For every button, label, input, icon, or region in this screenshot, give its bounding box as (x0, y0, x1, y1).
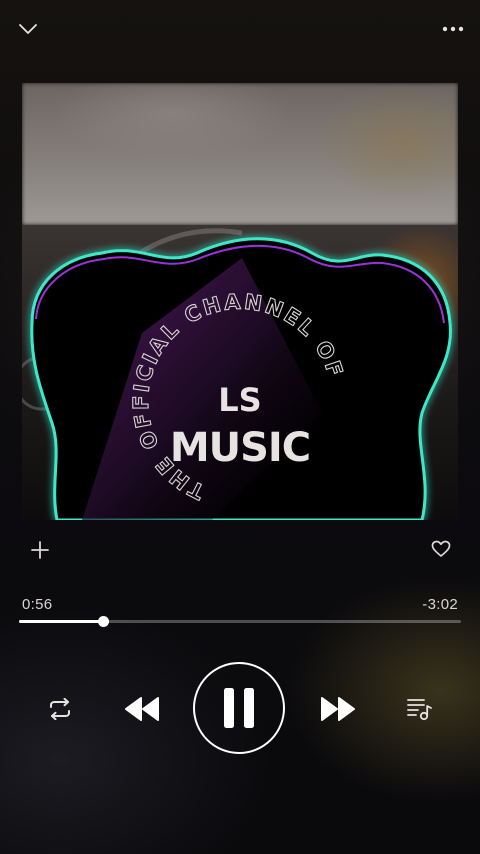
playback-controls (0, 660, 480, 760)
chevron-down-icon (19, 24, 37, 34)
like-button[interactable] (428, 536, 454, 562)
repeat-icon (50, 698, 70, 720)
heart-outline-icon (431, 540, 451, 557)
fast-forward-icon (321, 697, 355, 721)
top-bar (0, 0, 480, 60)
elapsed-time: 0:56 (22, 596, 53, 613)
track-actions-row (0, 530, 480, 570)
collapse-button[interactable] (12, 14, 44, 44)
artwork-logo-ls: LS (218, 381, 261, 419)
previous-button[interactable] (120, 692, 164, 726)
queue-button[interactable] (404, 694, 436, 724)
repeat-button[interactable] (44, 694, 76, 724)
rewind-icon (125, 697, 159, 721)
add-to-library-button[interactable] (26, 536, 54, 564)
plus-icon (31, 541, 49, 559)
more-horizontal-icon (442, 26, 464, 32)
artwork-visualizer: THE OFFICIAL CHANNEL OF LS MUSIC (22, 228, 452, 520)
album-artwork: THE OFFICIAL CHANNEL OF LS MUSIC (22, 83, 458, 520)
next-button[interactable] (316, 692, 360, 726)
now-playing-screen: THE OFFICIAL CHANNEL OF LS MUSIC 0:56 -3… (0, 0, 480, 854)
remaining-time: -3:02 (422, 596, 458, 613)
queue-icon (407, 699, 432, 721)
more-options-button[interactable] (436, 14, 470, 44)
artwork-logo-music: MUSIC (170, 425, 310, 471)
play-pause-button[interactable] (193, 662, 285, 754)
progress-thumb[interactable] (97, 616, 109, 627)
progress-slider[interactable] (19, 616, 461, 627)
progress-fill (19, 620, 103, 623)
pause-icon (224, 688, 254, 728)
